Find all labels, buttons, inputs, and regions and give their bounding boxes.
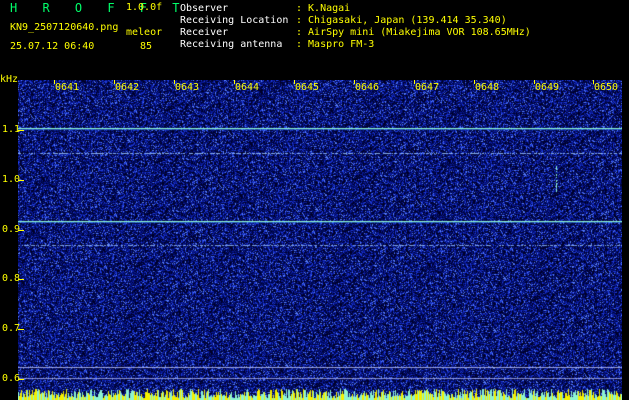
receiver-value: : AirSpy mini (Miakejima VOR 108.65MHz) [296,27,531,38]
date-time: 25.07.12 06:40 [10,41,95,52]
x-label-0645: 0645 [295,82,320,93]
x-tick [174,80,175,84]
spectrogram-plot [18,80,622,400]
observer-label: Observer [180,3,229,14]
observer-value: : K.Nagai [296,3,351,14]
count-value: 85 [140,41,153,52]
y-tick [18,130,24,131]
x-label-0642: 0642 [115,82,140,93]
app-version: 1.0.0f [126,2,163,13]
x-tick [414,80,415,84]
header-panel: H R O F F T 1.0.0f KN9_2507120640.png me… [0,0,629,78]
x-tick [234,80,235,84]
x-label-0647: 0647 [415,82,440,93]
x-label-0641: 0641 [55,82,80,93]
x-tick [54,80,55,84]
x-label-0643: 0643 [175,82,200,93]
y-tick [18,230,24,231]
x-label-0649: 0649 [535,82,560,93]
y-tick [18,180,24,181]
x-label-0648: 0648 [475,82,500,93]
x-tick [474,80,475,84]
x-label-0644: 0644 [235,82,260,93]
x-tick [294,80,295,84]
location-value: : Chigasaki, Japan (139.414 35.340) [296,15,507,26]
y-tick [18,329,24,330]
file-name: KN9_2507120640.png [10,22,119,33]
y-tick [18,279,24,280]
x-tick [354,80,355,84]
antenna-value: : Maspro FM-3 [296,39,375,50]
location-label: Receiving Location [180,15,289,26]
spectrogram-canvas [18,80,622,400]
x-label-0646: 0646 [355,82,380,93]
receiver-label: Receiver [180,27,229,38]
x-tick [534,80,535,84]
antenna-label: Receiving antenna [180,39,283,50]
x-tick [593,80,594,84]
x-label-0650: 0650 [594,82,619,93]
right-border [622,78,629,400]
y-tick [18,379,24,380]
station-name: meleor [126,27,163,38]
y-axis-unit: kHz [0,74,19,85]
x-tick [114,80,115,84]
